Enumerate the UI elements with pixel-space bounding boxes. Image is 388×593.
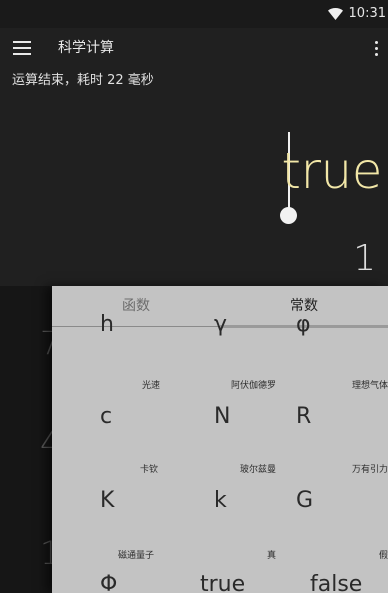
constant-label: 理想气体 xyxy=(351,381,388,391)
constant-label: 真 xyxy=(266,551,276,561)
overflow-menu-icon[interactable] xyxy=(373,40,379,58)
constant-flux-quantum-button[interactable]: 磁通量子 Φ xyxy=(52,536,164,593)
status-icons: 10:31 xyxy=(327,5,386,23)
constant-symbol: true xyxy=(200,572,246,593)
constant-false-button[interactable]: 假 false xyxy=(276,536,388,593)
secondary-display: 1 xyxy=(353,238,376,279)
constant-label: 卡钦 xyxy=(139,465,158,475)
constant-speed-of-light-button[interactable]: 光速 c xyxy=(52,366,164,444)
constant-symbol: K xyxy=(100,488,115,513)
status-message: 运算结束，耗时 22 毫秒 xyxy=(12,73,154,88)
constant-planck-button[interactable]: h xyxy=(52,312,164,354)
constant-label: 万有引力 xyxy=(351,465,388,475)
constant-boltzmann-button[interactable]: 玻尔兹曼 k xyxy=(164,450,276,530)
cursor-handle[interactable] xyxy=(280,207,297,224)
constant-gravitation-button[interactable]: 万有引力 G xyxy=(276,450,388,530)
menu-icon[interactable] xyxy=(13,41,31,55)
constant-symbol: G xyxy=(296,488,314,513)
constant-symbol: Φ xyxy=(100,572,118,593)
constant-ideal-gas-button[interactable]: 理想气体 R xyxy=(276,366,388,444)
constant-symbol: R xyxy=(296,404,312,429)
constant-symbol: false xyxy=(310,572,363,593)
constant-gamma-button[interactable]: γ xyxy=(164,312,276,354)
constant-symbol: φ xyxy=(296,312,311,337)
constant-karchin-button[interactable]: 卡钦 K xyxy=(52,450,164,530)
constant-symbol: N xyxy=(214,404,231,429)
status-bar: 10:31 xyxy=(0,0,388,28)
constant-symbol: c xyxy=(100,404,113,429)
constant-label: 磁通量子 xyxy=(117,551,154,561)
constant-symbol: h xyxy=(100,312,114,337)
status-time: 10:31 xyxy=(348,6,386,21)
constant-symbol: γ xyxy=(214,312,228,337)
constant-symbol: k xyxy=(214,488,227,513)
constant-label: 玻尔兹曼 xyxy=(239,465,276,475)
calculator-screen: 10:31 科学计算 运算结束，耗时 22 毫秒 true 1 7 4 1 函数… xyxy=(0,0,388,593)
constant-label: 光速 xyxy=(141,381,160,391)
app-title: 科学计算 xyxy=(58,40,114,56)
constant-true-button[interactable]: 真 true xyxy=(164,536,276,593)
constant-label: 阿伏伽德罗 xyxy=(230,381,276,391)
app-bar: 科学计算 xyxy=(0,28,388,72)
result-display[interactable]: true xyxy=(281,139,382,203)
constants-panel: 函数 常数 h γ φ 光速 c 阿伏伽德罗 N 理想气体 R 卡钦 K 玻尔兹… xyxy=(52,286,388,593)
constant-phi-button[interactable]: φ xyxy=(276,312,388,354)
wifi-icon xyxy=(327,8,343,20)
constant-avogadro-button[interactable]: 阿伏伽德罗 N xyxy=(164,366,276,444)
constants-grid: h γ φ 光速 c 阿伏伽德罗 N 理想气体 R 卡钦 K 玻尔兹曼 k 万有… xyxy=(52,312,388,593)
constant-label: 假 xyxy=(378,551,388,561)
